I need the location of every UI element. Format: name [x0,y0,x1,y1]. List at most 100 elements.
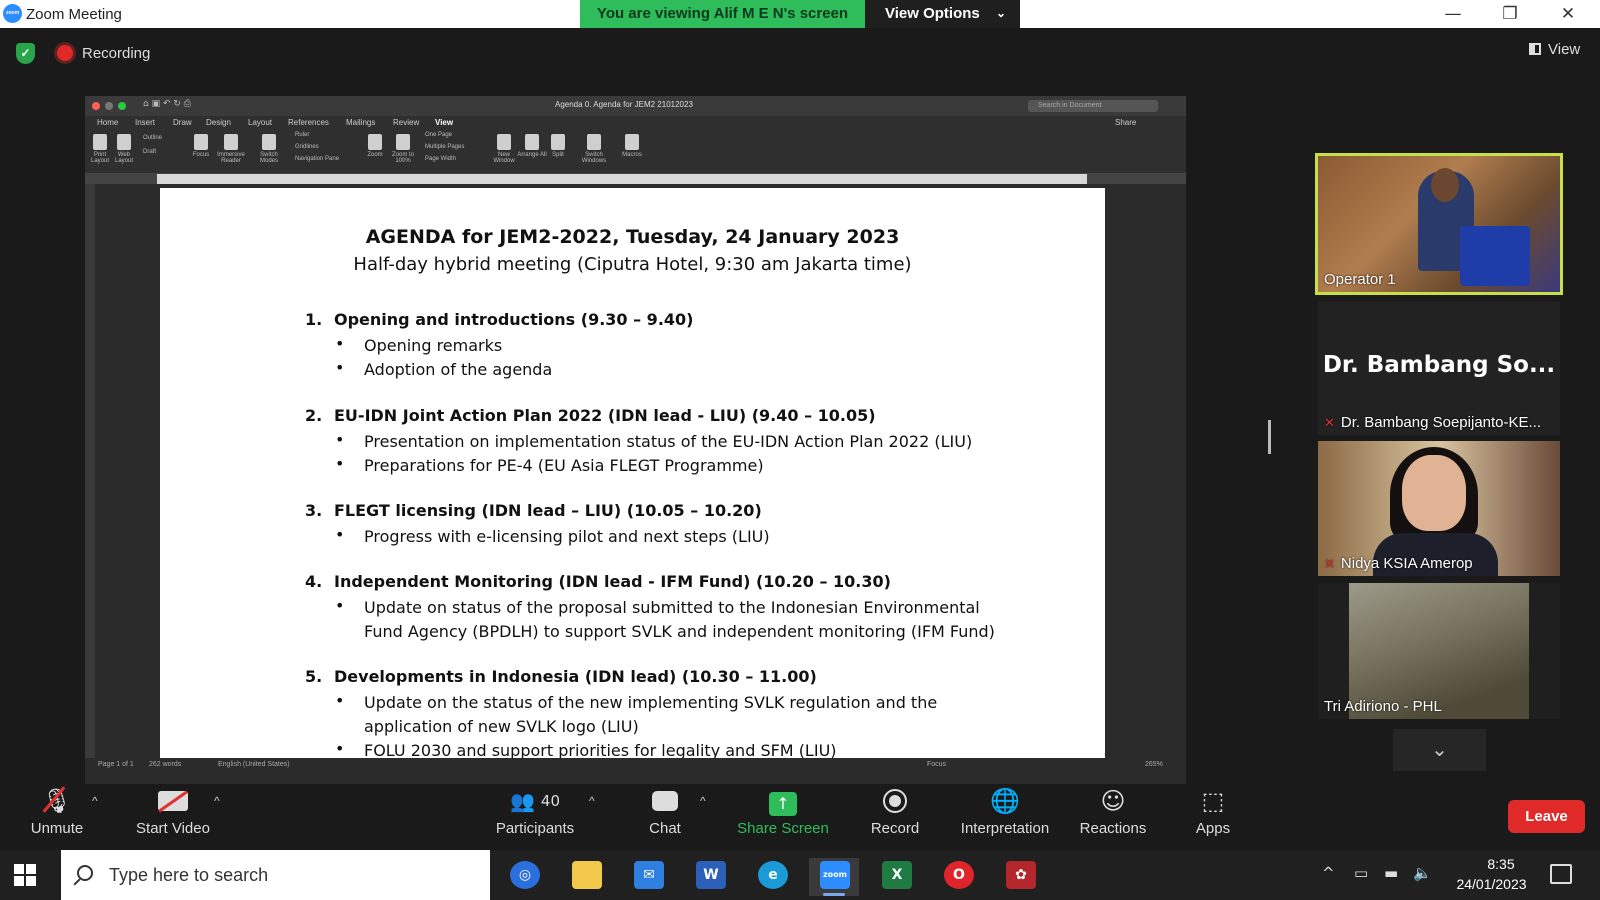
ribbon-view-checks-1: Outline Draft [143,135,163,155]
view-options-button[interactable]: View Options ⌄ [865,0,1020,28]
agenda-item-title: 1. Opening and introductions (9.30 – 9.40… [305,310,694,329]
share-screen-button[interactable]: ↑ Share Screen [733,784,833,850]
minimize-button[interactable]: — [1441,3,1465,25]
record-icon [860,784,930,818]
word-app-icon[interactable]: W [685,858,735,896]
share-screen-icon: ↑ [769,791,797,816]
participant-tile-tri[interactable]: Tri Adiriono - PHL [1318,583,1560,719]
outlook-app-icon[interactable]: ◎ [499,858,549,896]
edge-browser-icon[interactable]: e [747,858,797,896]
file-explorer-icon[interactable] [561,858,611,896]
word-tab-mailings: Mailings [346,118,376,127]
interpretation-button[interactable]: 🌐 Interpretation [950,784,1060,850]
status-page: Page 1 of 1 [98,761,134,768]
word-share-button: Share [1115,118,1137,127]
zoom-titlebar: zoom Zoom Meeting You are viewing Alif M… [0,0,1600,28]
share-screen-label: Share Screen [737,820,829,837]
video-person-face [1402,455,1466,531]
clock-time[interactable]: 8:35 [1471,856,1531,872]
windows-start-icon[interactable] [14,864,36,886]
mail-app-icon[interactable]: ✉ [623,858,673,896]
start-video-button[interactable]: Start Video [128,784,218,850]
panel-resize-handle[interactable] [1268,420,1271,454]
participants-label: Participants [495,820,575,837]
reactions-button[interactable]: ☺ Reactions [1075,784,1151,850]
layout-icon [1529,43,1541,55]
chat-label: Chat [649,820,681,837]
participant-name: Operator 1 [1324,271,1396,288]
record-label: Record [870,820,920,837]
volume-icon[interactable]: 🔈 [1413,864,1432,882]
word-tab-review: Review [393,118,420,127]
participants-count: 40 [540,792,560,810]
globe-icon: 🌐 [990,787,1020,815]
viewing-screen-banner: You are viewing Alif M E N's screen [580,0,865,28]
ruler-margin-area [157,174,1087,184]
unmute-label: Unmute [30,820,84,837]
show-hidden-icons-caret[interactable]: ^ [1322,864,1335,882]
word-ribbon: Print Layout Web Layout Outline Draft Fo… [85,130,1186,174]
word-tab-view: View [435,118,454,127]
chat-options-caret[interactable]: ^ [700,794,706,808]
opera-browser-icon[interactable]: O [933,858,983,896]
word-tab-layout: Layout [248,118,273,127]
word-tab-references: References [288,118,329,127]
word-quick-access-icons: ⌂ ▣ ↶ ↻ ⎙ [143,99,191,109]
document-subheading: Half-day hybrid meeting (Ciputra Hotel, … [353,254,912,275]
smiley-icon: ☺ [1100,787,1126,815]
record-button[interactable]: Record [860,784,930,850]
word-tab-design: Design [206,118,231,127]
gallery-scroll-down-button[interactable]: ⌄ [1393,729,1486,771]
taskbar-search-box[interactable]: Type here to search [61,850,490,900]
ribbon-macros: Macros [617,134,647,158]
restore-button[interactable]: ❐ [1498,3,1522,25]
agenda-item-title: 2. EU-IDN Joint Action Plan 2022 (IDN lea… [305,406,876,425]
participants-button[interactable]: 👥 40 Participants [485,784,585,850]
apps-button[interactable]: ⬚ Apps [1190,784,1236,850]
battery-icon[interactable]: ▬ [1384,864,1398,882]
audio-options-caret[interactable]: ^ [92,794,98,808]
video-flag [1460,226,1530,286]
word-document-title: Agenda 0. Agenda for JEM2 21012023 [555,100,693,109]
ribbon-split: Split [543,134,573,158]
participant-tile-operator[interactable]: Operator 1 [1315,153,1563,295]
encryption-shield-icon[interactable]: ✓ [16,43,35,64]
chat-button[interactable]: Chat [630,784,700,850]
ribbon-zoom: Zoom [360,134,390,158]
apps-icon: ⬚ [1201,787,1225,815]
recording-icon [57,45,73,61]
network-icon[interactable]: ▭ [1354,864,1368,882]
mic-muted-icon: 🎙 [41,786,73,815]
agenda-bullet: • Update on the status of the new impleme… [335,691,938,736]
participants-options-caret[interactable]: ^ [589,794,595,808]
window-title: Zoom Meeting [26,6,122,23]
video-options-caret[interactable]: ^ [214,794,220,808]
agenda-item-title: 4. Independent Monitoring (IDN lead - IFM… [305,572,891,591]
mic-muted-icon: ✕ [1324,556,1335,571]
ribbon-focus: Focus [186,134,216,158]
notification-center-icon[interactable] [1550,864,1572,884]
start-video-label: Start Video [136,820,210,837]
recording-label[interactable]: Recording [82,45,150,62]
ribbon-switch-windows: Switch Windows [579,134,609,164]
leave-button[interactable]: Leave [1508,800,1585,833]
word-tab-insert: Insert [135,118,156,127]
unmute-button[interactable]: 🎙 Unmute [22,784,92,850]
agenda-bullet: • Progress with e-licensing pilot and nex… [335,525,770,546]
participant-name: Tri Adiriono - PHL [1324,698,1442,715]
zoom-app-icon[interactable]: zoom [809,858,859,896]
excel-app-icon[interactable]: X [871,858,921,896]
clock-date[interactable]: 24/01/2023 [1444,876,1539,892]
agenda-bullet: • Opening remarks [335,334,503,355]
word-tab-draw: Draw [173,118,192,127]
view-button[interactable]: View [1529,41,1580,58]
game-app-icon[interactable]: ✿ [995,858,1045,896]
participant-tile-bambang[interactable]: Dr. Bambang So... ✕ Dr. Bambang Soepijant… [1318,302,1560,435]
mac-close-icon [92,102,100,110]
participant-tile-nidya[interactable]: ✕ Nidya KSIA Amerop [1318,441,1560,576]
ribbon-switch-modes: Switch Modes [254,134,284,164]
agenda-bullet: • Update on status of the proposal submit… [335,596,995,641]
mac-minimize-icon [105,102,113,110]
word-status-bar: Page 1 of 1 262 words English (United St… [85,758,1186,772]
close-button[interactable]: ✕ [1556,3,1580,25]
